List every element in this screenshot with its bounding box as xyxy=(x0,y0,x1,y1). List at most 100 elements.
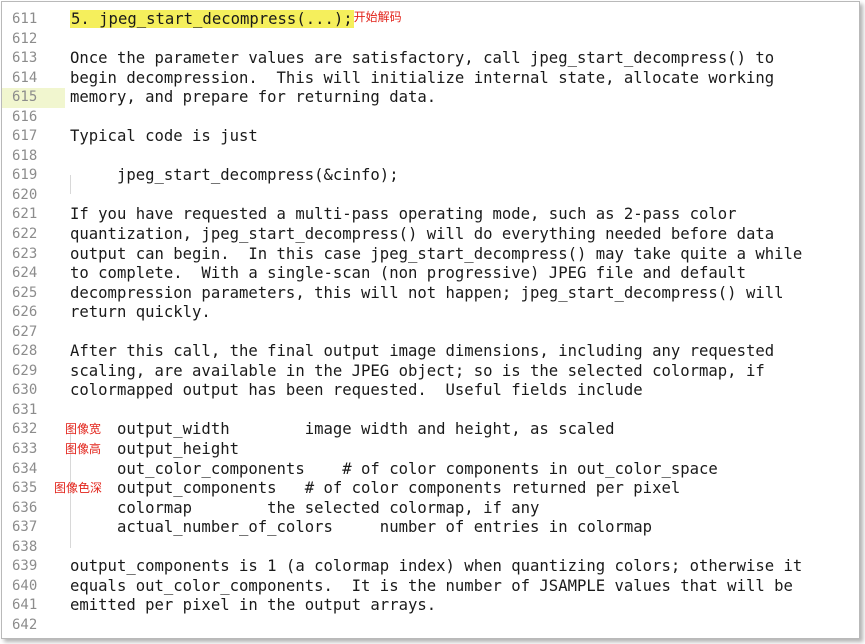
editor-line[interactable]: 636 colormap the selected colormap, if a… xyxy=(2,499,859,519)
editor-line[interactable]: 621 If you have requested a multi-pass op… xyxy=(2,205,859,225)
line-number: 624 xyxy=(12,265,38,282)
line-number: 625 xyxy=(12,284,38,301)
editor-line[interactable]: 616 xyxy=(2,108,859,128)
line-text: decompression parameters, this will not … xyxy=(70,284,784,304)
line-number: 630 xyxy=(12,382,38,399)
line-content: Typical code is just xyxy=(70,127,258,146)
editor-line[interactable]: 639 output_components is 1 (a colormap in… xyxy=(2,557,859,577)
annotation-sidenote: 图像色深 xyxy=(54,481,103,496)
text-editor[interactable]: 611 5. jpeg_start_decompress(...);开始解码 612… xyxy=(2,10,859,636)
editor-line[interactable]: 640 equals out_color_components. It is th… xyxy=(2,577,859,597)
editor-line[interactable]: 614 begin decompression. This will initia… xyxy=(2,69,859,89)
editor-line[interactable]: 641 emitted per pixel in the output array… xyxy=(2,596,859,616)
editor-line[interactable]: 612 xyxy=(2,30,859,50)
editor-line[interactable]: 642 xyxy=(2,616,859,636)
line-number: 628 xyxy=(12,343,38,360)
line-text: colormap the selected colormap, if any xyxy=(70,499,539,519)
line-number: 626 xyxy=(12,304,38,321)
line-number: 640 xyxy=(12,577,38,594)
annotation-sidenote: 图像宽 xyxy=(65,422,102,437)
editor-line[interactable]: 623 output can begin. In this case jpeg_s… xyxy=(2,245,859,265)
editor-line[interactable]: 619 jpeg_start_decompress(&cinfo); xyxy=(2,166,859,186)
editor-line[interactable]: 625 decompression parameters, this will n… xyxy=(2,284,859,304)
line-content: Once the parameter values are satisfacto… xyxy=(70,49,775,68)
line-text: begin decompression. This will initializ… xyxy=(70,69,774,89)
section-heading: 5. jpeg_start_decompress(...); xyxy=(70,10,354,28)
line-text: output_width image width and height, as … xyxy=(70,420,615,440)
editor-line[interactable]: 626 return quickly. xyxy=(2,303,859,323)
line-content: out_color_components # of color componen… xyxy=(70,459,718,478)
line-text: colormapped output has been requested. U… xyxy=(70,381,643,401)
line-number: 639 xyxy=(12,558,38,575)
editor-line[interactable]: 611 5. jpeg_start_decompress(...);开始解码 xyxy=(2,10,859,30)
editor-line[interactable]: 617 Typical code is just xyxy=(2,127,859,147)
editor-line[interactable]: 613 Once the parameter values are satisfa… xyxy=(2,49,859,69)
line-text: memory, and prepare for returning data. xyxy=(70,88,436,108)
line-number: 613 xyxy=(12,50,38,67)
line-number: 636 xyxy=(12,499,38,516)
line-text: After this call, the final output image … xyxy=(70,342,774,362)
editor-line[interactable]: 630 colormapped output has been requested… xyxy=(2,381,859,401)
editor-line[interactable]: 620 xyxy=(2,186,859,206)
line-content: emitted per pixel in the output arrays. xyxy=(70,596,437,615)
editor-line[interactable]: 634 out_color_components # of color comp… xyxy=(2,460,859,480)
line-number: 620 xyxy=(12,186,38,203)
line-content: actual_number_of_colors number of entrie… xyxy=(70,518,653,537)
editor-line[interactable]: 618 xyxy=(2,147,859,167)
line-number: 633 xyxy=(12,441,38,458)
line-text: 5. jpeg_start_decompress(...);开始解码 xyxy=(70,10,402,31)
line-content: memory, and prepare for returning data. xyxy=(70,88,437,107)
annotation-sidenote: 图像高 xyxy=(65,442,102,457)
line-number: 611 xyxy=(12,11,38,27)
line-content: After this call, the final output image … xyxy=(70,342,775,361)
line-text: Once the parameter values are satisfacto… xyxy=(70,49,774,69)
line-text: return quickly. xyxy=(70,303,211,323)
line-content: decompression parameters, this will not … xyxy=(70,283,784,302)
line-number: 616 xyxy=(12,108,38,125)
line-text: output_components # of color components … xyxy=(70,479,680,499)
editor-window: 611 5. jpeg_start_decompress(...);开始解码 612… xyxy=(1,1,860,639)
line-content: return quickly. xyxy=(70,303,211,322)
line-number: 618 xyxy=(12,147,38,164)
line-content: to complete. With a single-scan (non pro… xyxy=(70,264,746,283)
line-text: quantization, jpeg_start_decompress() wi… xyxy=(70,225,774,245)
line-text: Typical code is just xyxy=(70,127,258,147)
line-number: 617 xyxy=(12,128,38,145)
editor-line[interactable]: 635 output_components # of color compone… xyxy=(2,479,859,499)
line-number: 634 xyxy=(12,460,38,477)
line-content: jpeg_start_decompress(&cinfo); xyxy=(70,166,399,185)
editor-line[interactable]: 638 xyxy=(2,538,859,558)
line-text: output can begin. In this case jpeg_star… xyxy=(70,245,802,265)
line-text: out_color_components # of color componen… xyxy=(70,460,718,480)
line-content: output_components is 1 (a colormap index… xyxy=(70,557,803,576)
line-number: 642 xyxy=(12,616,38,633)
line-content: output can begin. In this case jpeg_star… xyxy=(70,244,803,263)
editor-line[interactable]: 632 output_width image width and height,… xyxy=(2,420,859,440)
line-number: 615 xyxy=(2,88,65,108)
editor-line[interactable]: 633 output_height 图像高 xyxy=(2,440,859,460)
line-text: emitted per pixel in the output arrays. xyxy=(70,596,436,616)
editor-line[interactable]: 627 xyxy=(2,323,859,343)
line-number: 641 xyxy=(12,597,38,614)
editor-line[interactable]: 637 actual_number_of_colors number of en… xyxy=(2,518,859,538)
line-text: output_components is 1 (a colormap index… xyxy=(70,557,802,577)
editor-line[interactable]: 628 After this call, the final output ima… xyxy=(2,342,859,362)
line-number: 614 xyxy=(12,69,38,86)
line-text: If you have requested a multi-pass opera… xyxy=(70,205,737,225)
editor-line[interactable]: 622 quantization, jpeg_start_decompress()… xyxy=(2,225,859,245)
editor-line[interactable]: 629 scaling, are available in the JPEG ob… xyxy=(2,362,859,382)
editor-line[interactable]: 615 memory, and prepare for returning dat… xyxy=(2,88,859,108)
editor-line[interactable]: 624 to complete. With a single-scan (non … xyxy=(2,264,859,284)
line-number: 629 xyxy=(12,362,38,379)
line-text: actual_number_of_colors number of entrie… xyxy=(70,518,652,538)
line-content: output_width image width and height, as … xyxy=(70,420,615,439)
line-content: If you have requested a multi-pass opera… xyxy=(70,205,737,224)
line-number: 612 xyxy=(12,30,38,47)
line-content: begin decompression. This will initializ… xyxy=(70,68,775,87)
line-number: 627 xyxy=(12,323,38,340)
line-content: colormap the selected colormap, if any xyxy=(70,498,540,517)
editor-line[interactable]: 631 xyxy=(2,401,859,421)
line-content: equals out_color_components. It is the n… xyxy=(70,576,793,595)
line-text: jpeg_start_decompress(&cinfo); xyxy=(70,166,399,186)
line-text: to complete. With a single-scan (non pro… xyxy=(70,264,746,284)
